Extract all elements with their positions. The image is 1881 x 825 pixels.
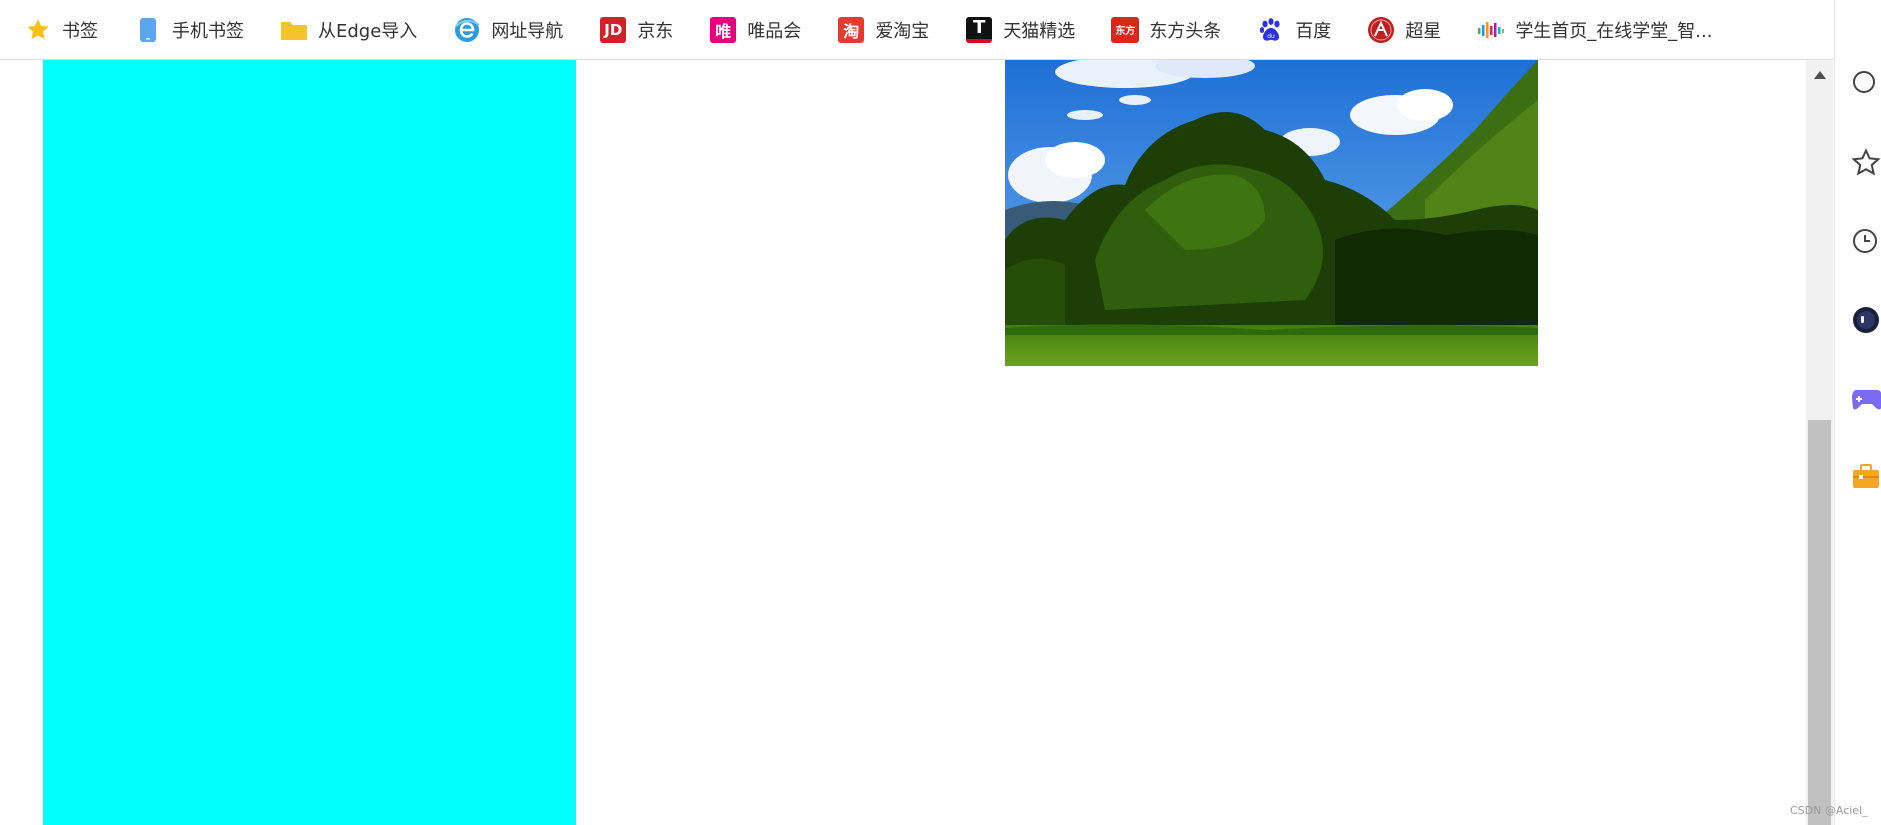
scroll-thumb[interactable] — [1808, 420, 1831, 825]
bookmark-label: 天猫精选 — [1003, 20, 1076, 42]
svg-text:du: du — [1268, 33, 1276, 40]
search-icon — [1851, 69, 1881, 103]
phone-icon — [134, 16, 162, 44]
star-icon — [24, 16, 52, 44]
star-outline-icon — [1851, 148, 1881, 182]
vertical-scrollbar[interactable] — [1806, 60, 1833, 825]
bookmark-label: 超星 — [1405, 20, 1442, 42]
bookmark-chaoxing[interactable]: 超星 — [1367, 0, 1441, 60]
bookmark-label: 东方头条 — [1149, 20, 1222, 42]
bookmark-ai-taobao[interactable]: 淘 爱淘宝 — [837, 0, 929, 60]
bookmark-label: 书签 — [62, 20, 98, 42]
side-toolbox-button[interactable] — [1851, 458, 1881, 498]
tmall-logo-icon: T — [965, 16, 993, 44]
side-panel — [1834, 0, 1881, 825]
bookmark-dongfang[interactable]: 东方 东方头条 — [1111, 0, 1221, 60]
bookmark-label: 网址导航 — [491, 20, 564, 42]
bookmark-vip[interactable]: 唯 唯品会 — [709, 0, 801, 60]
bookmark-xuetang[interactable]: 学生首页_在线学堂_智... — [1477, 0, 1712, 60]
bookmark-label: 唯品会 — [747, 20, 802, 42]
bookmark-bookmarks[interactable]: 书签 — [24, 0, 98, 60]
page-viewport — [0, 60, 1806, 825]
taobao-logo-icon: 淘 — [837, 16, 865, 44]
cyan-box — [43, 60, 576, 825]
landscape-image — [1005, 60, 1538, 366]
bookmark-jd[interactable]: JD 京东 — [599, 0, 673, 60]
bookmark-label: 学生首页_在线学堂_智... — [1515, 20, 1713, 42]
side-history-button[interactable] — [1851, 224, 1881, 264]
ie-e-icon — [453, 16, 481, 44]
watermark: CSDN @Aciel_ — [1790, 804, 1868, 817]
vip-logo-icon: 唯 — [709, 16, 737, 44]
chaoxing-logo-icon — [1367, 16, 1395, 44]
side-games-button[interactable] — [1851, 380, 1881, 420]
clock-icon — [1851, 227, 1881, 261]
bookmark-mobile-bookmarks[interactable]: 手机书签 — [134, 0, 244, 60]
side-assistant-button[interactable] — [1851, 302, 1881, 342]
jd-logo-icon: JD — [599, 16, 627, 44]
assistant-orb-icon — [1851, 305, 1881, 339]
bookmark-label: 手机书签 — [172, 20, 244, 42]
bookmark-import-from-edge[interactable]: 从Edge导入 — [280, 0, 417, 60]
gamepad-icon — [1851, 384, 1881, 416]
toolbox-icon — [1851, 461, 1881, 495]
bookmark-label: 从Edge导入 — [318, 20, 418, 42]
side-favorites-button[interactable] — [1851, 145, 1881, 185]
bookmark-baidu[interactable]: du 百度 — [1257, 0, 1331, 60]
scroll-up-arrow-icon[interactable] — [1806, 60, 1833, 90]
bookmark-url-navigation[interactable]: 网址导航 — [453, 0, 563, 60]
bookmark-label: 京东 — [637, 20, 674, 42]
folder-icon — [280, 16, 308, 44]
bookmark-tmall[interactable]: T 天猫精选 — [965, 0, 1075, 60]
browser-window: 书签 手机书签 从Edge导入 网址导航 JD 京东 唯 唯品会 淘 爱淘宝 T… — [0, 0, 1881, 825]
side-search-button[interactable] — [1851, 66, 1881, 106]
baidu-paw-icon: du — [1257, 16, 1285, 44]
bookmark-bar: 书签 手机书签 从Edge导入 网址导航 JD 京东 唯 唯品会 淘 爱淘宝 T… — [0, 0, 1881, 60]
xuetang-bars-icon — [1477, 16, 1505, 44]
dongfang-logo-icon: 东方 — [1111, 16, 1140, 44]
bookmark-label: 爱淘宝 — [875, 20, 930, 42]
bookmark-label: 百度 — [1295, 20, 1332, 42]
